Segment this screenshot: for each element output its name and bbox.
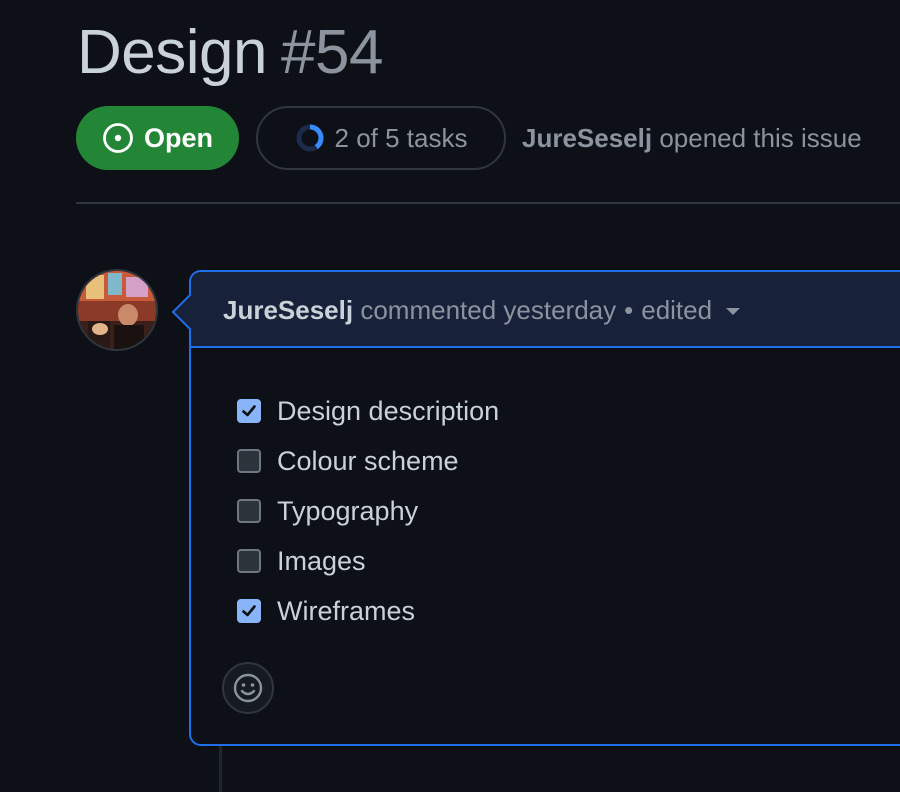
issue-title-text: Design	[77, 18, 268, 87]
task-item: Design description	[237, 386, 499, 436]
issue-state-badge[interactable]: Open	[76, 106, 239, 170]
issue-page: Design #54 Open 2 of 5 tasks JureSeselj o…	[0, 0, 900, 792]
comment-action: commented yesterday	[360, 295, 617, 325]
edited-label: edited	[641, 295, 713, 325]
task-item: Wireframes	[237, 586, 499, 636]
task-item: Colour scheme	[237, 436, 499, 486]
task-item: Typography	[237, 486, 499, 536]
comment-header: JureSeselj commented yesterday • edited	[191, 272, 900, 348]
task-label: Typography	[277, 495, 419, 526]
task-label: Design description	[277, 395, 500, 426]
header-divider	[76, 202, 900, 204]
task-checkbox[interactable]	[237, 449, 261, 473]
task-label: Images	[277, 545, 366, 576]
smiley-icon	[232, 672, 264, 704]
check-icon	[242, 405, 256, 417]
tasks-progress-label: 2 of 5 tasks	[334, 122, 468, 153]
issue-state-label: Open	[143, 122, 213, 153]
task-checkbox[interactable]	[237, 499, 261, 523]
issue-title: Design #54	[77, 18, 383, 88]
task-checkbox[interactable]	[237, 549, 261, 573]
issue-open-icon	[102, 122, 134, 154]
edited-history-button[interactable]: edited	[641, 295, 741, 325]
task-item: Images	[237, 536, 499, 586]
caret-down-icon	[726, 307, 741, 315]
progress-ring-icon	[295, 123, 325, 153]
comment-header-text: JureSeselj commented yesterday • edited	[223, 292, 741, 328]
timeline-line	[219, 746, 222, 792]
task-checkbox-checked[interactable]	[237, 399, 261, 423]
task-checkbox-checked[interactable]	[237, 599, 261, 623]
issue-author-link[interactable]: JureSeselj	[522, 123, 652, 153]
task-list: Design description Colour scheme Typograph…	[237, 386, 499, 636]
issue-number: #54	[281, 18, 383, 87]
comment-box: JureSeselj commented yesterday • edited De…	[171, 270, 900, 746]
check-icon	[242, 605, 256, 617]
task-label: Wireframes	[277, 595, 416, 626]
issue-opened-text: opened this issue	[659, 123, 862, 153]
tasks-progress-badge[interactable]: 2 of 5 tasks	[256, 106, 506, 170]
avatar[interactable]	[76, 269, 158, 351]
add-reaction-button[interactable]	[222, 662, 274, 714]
issue-meta: JureSeselj opened this issue	[522, 120, 862, 156]
comment-author-link[interactable]: JureSeselj	[223, 295, 353, 325]
comment-separator: •	[624, 295, 634, 325]
task-label: Colour scheme	[277, 445, 459, 476]
